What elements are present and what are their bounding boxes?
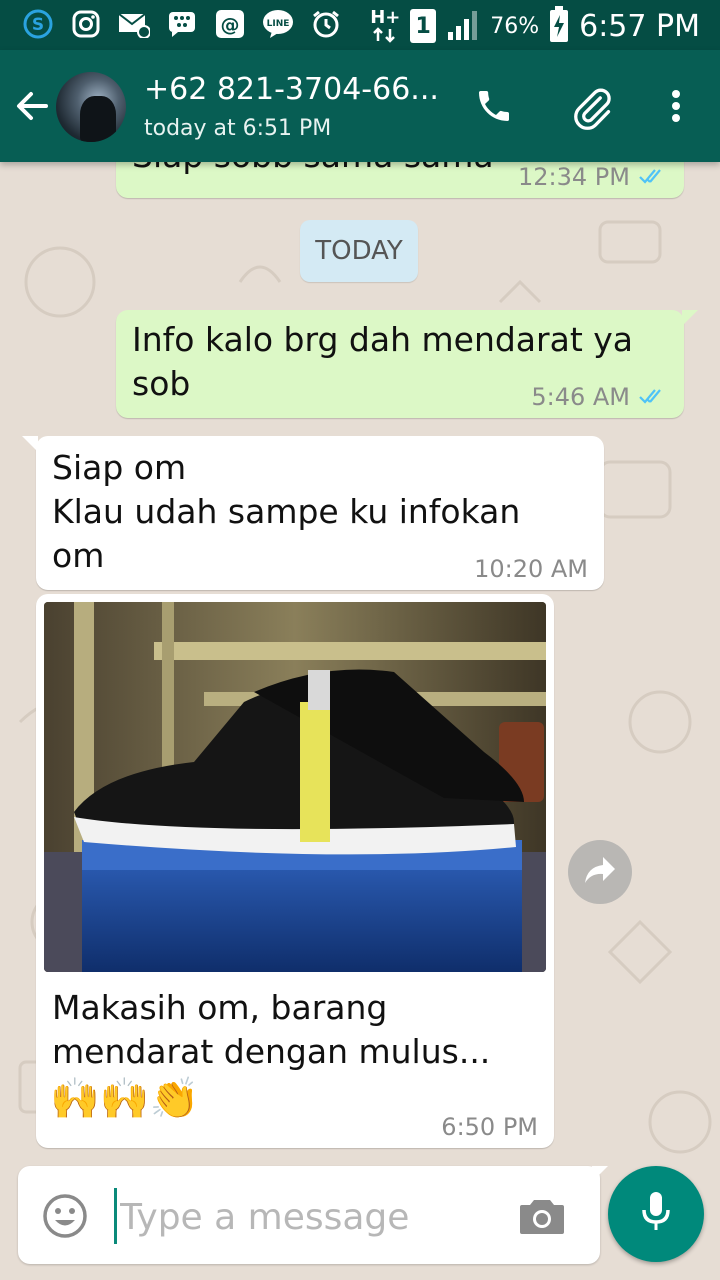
- message-bubble-outgoing[interactable]: Siap sobb sama sama 12:34 PM: [116, 162, 684, 198]
- battery-icon: [549, 6, 569, 46]
- message-bubble-incoming[interactable]: Siap om Klau udah sampe ku infokan om 10…: [22, 436, 604, 590]
- message-meta: 5:46 AM: [531, 382, 668, 412]
- at-icon: @: [214, 8, 246, 40]
- shared-photo[interactable]: [44, 602, 546, 972]
- contact-name[interactable]: +62 821-3704-66...: [144, 72, 439, 107]
- mic-icon: [639, 1190, 673, 1238]
- image-caption: Makasih om, barang mendarat dengan mulus…: [52, 988, 491, 1071]
- call-icon[interactable]: [474, 86, 514, 126]
- last-seen: today at 6:51 PM: [144, 116, 332, 141]
- back-arrow-icon[interactable]: [14, 88, 50, 124]
- svg-text:LINE: LINE: [267, 19, 290, 29]
- message-text: Siap sobb sama sama: [132, 162, 494, 178]
- text-cursor: [114, 1188, 117, 1244]
- date-divider: TODAY: [300, 220, 418, 282]
- attach-icon[interactable]: [570, 86, 611, 130]
- clock: 6:57 PM: [579, 8, 700, 44]
- message-composer: [18, 1166, 600, 1264]
- emoji-line: 🙌🙌👏: [50, 1076, 200, 1122]
- camera-icon[interactable]: [518, 1196, 566, 1236]
- system-indicators: H+ 1 76% 6:57 PM: [370, 6, 700, 46]
- message-meta: 6:50 PM: [441, 1112, 538, 1142]
- svg-text:@: @: [221, 14, 240, 36]
- emoji-icon[interactable]: [42, 1193, 88, 1239]
- email-icon: [118, 8, 150, 40]
- network-type: H+: [370, 7, 401, 28]
- svg-text:S: S: [32, 15, 44, 35]
- chat-header: +62 821-3704-66... today at 6:51 PM: [0, 50, 720, 162]
- signal-icon: [446, 8, 480, 44]
- sim-slot: 1: [415, 13, 431, 39]
- message-time: 5:46 AM: [531, 383, 630, 411]
- message-meta: 12:34 PM: [518, 162, 668, 192]
- skype-icon: S: [22, 8, 54, 40]
- message-input[interactable]: [118, 1188, 502, 1246]
- network-icon: H+: [370, 7, 400, 45]
- read-ticks-icon: [638, 382, 668, 412]
- status-bar: S @ LINE H+ 1 76% 6:57 PM: [0, 0, 720, 50]
- message-bubble-outgoing[interactable]: Info kalo brg dah mendarat ya sob 5:46 A…: [116, 310, 698, 418]
- forward-icon: [583, 855, 617, 889]
- more-vert-icon[interactable]: [656, 86, 696, 126]
- photo-sneakers-on-box: [44, 602, 546, 972]
- blackberry-icon: [166, 8, 198, 40]
- instagram-icon: [70, 8, 102, 40]
- voice-record-button[interactable]: [608, 1166, 704, 1262]
- message-meta: 10:20 AM: [474, 554, 588, 584]
- battery-percent: 76%: [490, 13, 540, 39]
- bubble-tail: [22, 436, 38, 452]
- sim-icon: 1: [410, 9, 437, 43]
- line-icon: LINE: [262, 8, 294, 40]
- message-time: 10:20 AM: [474, 555, 588, 583]
- alarm-icon: [310, 8, 342, 40]
- forward-button[interactable]: [568, 840, 632, 904]
- notification-icons: S @ LINE: [22, 8, 342, 40]
- read-ticks-icon: [638, 162, 668, 192]
- message-bubble-incoming-image[interactable]: Makasih om, barang mendarat dengan mulus…: [36, 594, 554, 1148]
- message-time: 12:34 PM: [518, 163, 630, 191]
- chat-area[interactable]: Siap sobb sama sama 12:34 PM TODAY Info …: [0, 162, 720, 1280]
- message-time: 6:50 PM: [441, 1113, 538, 1141]
- composer-tail: [592, 1166, 608, 1182]
- avatar[interactable]: [56, 72, 126, 142]
- bubble-tail: [682, 310, 698, 326]
- message-text: Siap om Klau udah sampe ku infokan om: [52, 448, 521, 575]
